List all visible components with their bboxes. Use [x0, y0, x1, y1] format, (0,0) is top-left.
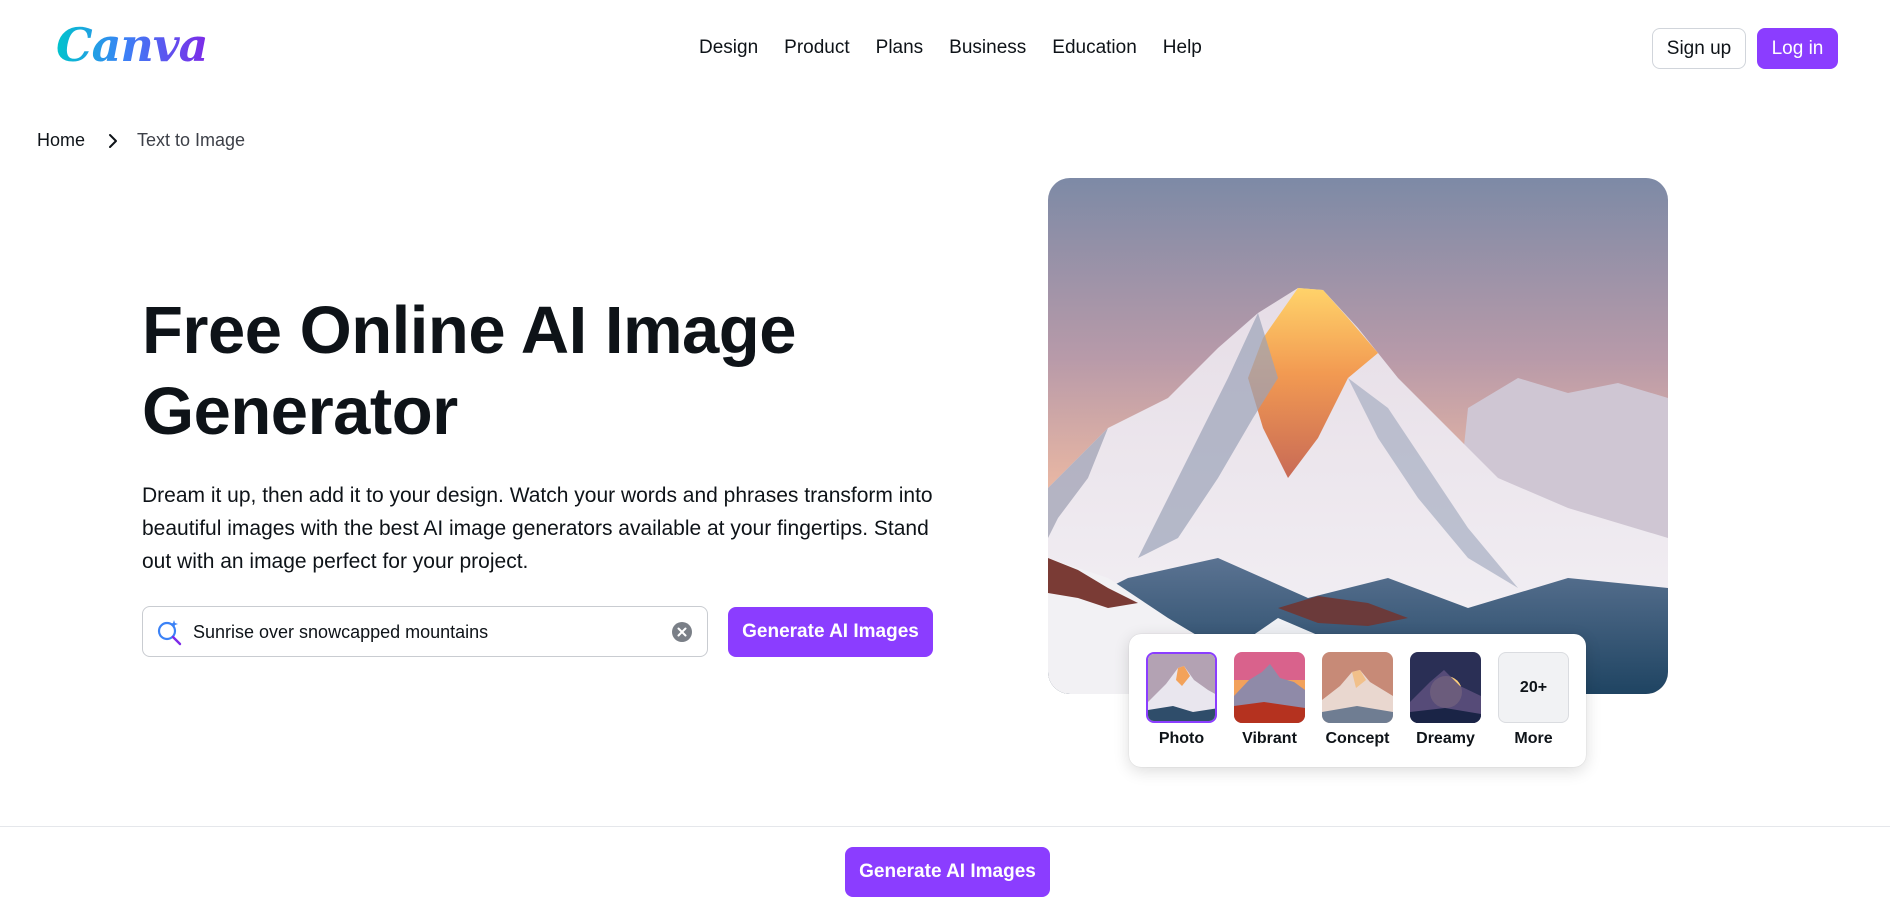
style-option-more[interactable]: 20+ More — [1491, 652, 1571, 762]
page-title: Free Online AI Image Generator — [142, 290, 962, 452]
style-option-concept[interactable]: Concept — [1315, 652, 1395, 762]
style-option-photo[interactable]: Photo — [1139, 652, 1219, 762]
header: Canva Design Product Plans Business Educ… — [0, 0, 1890, 96]
style-label-photo: Photo — [1158, 730, 1205, 747]
style-thumb-vibrant — [1234, 652, 1305, 723]
nav-item-plans[interactable]: Plans — [876, 34, 924, 62]
more-styles-badge: 20+ — [1498, 652, 1569, 723]
nav-item-education[interactable]: Education — [1052, 34, 1137, 62]
main-nav: Design Product Plans Business Education … — [699, 34, 1202, 62]
hero-description: Dream it up, then add it to your design.… — [142, 484, 933, 573]
breadcrumb: Home Text to Image — [37, 130, 245, 151]
generate-ai-images-button[interactable]: Generate AI Images — [728, 607, 933, 657]
log-in-button[interactable]: Log in — [1757, 28, 1838, 69]
style-label-concept: Concept — [1325, 730, 1390, 747]
nav-item-business[interactable]: Business — [949, 34, 1026, 62]
canva-logo[interactable]: Canva — [56, 18, 208, 72]
ai-search-icon — [155, 618, 183, 646]
bottom-cta-bar: Generate AI Images — [0, 826, 1890, 907]
nav-item-help[interactable]: Help — [1163, 34, 1202, 62]
style-picker: Photo Vibrant Concept Dreamy 20+ More — [1129, 634, 1586, 767]
breadcrumb-current: Text to Image — [137, 130, 246, 150]
page: Canva Design Product Plans Business Educ… — [0, 0, 1890, 907]
style-label-dreamy: Dreamy — [1416, 730, 1475, 747]
breadcrumb-home-link[interactable]: Home — [37, 130, 85, 151]
page-title-line-2: Generator — [142, 374, 458, 449]
style-thumb-dreamy — [1410, 652, 1481, 723]
style-option-dreamy[interactable]: Dreamy — [1403, 652, 1483, 762]
mountain-sunrise-image — [1048, 178, 1668, 694]
prompt-search-box — [142, 606, 708, 657]
nav-item-design[interactable]: Design — [699, 34, 758, 62]
nav-item-product[interactable]: Product — [784, 34, 849, 62]
style-thumb-concept — [1322, 652, 1393, 723]
style-thumb-photo — [1146, 652, 1217, 723]
clear-icon[interactable] — [671, 621, 693, 643]
generate-ai-images-bottom-button[interactable]: Generate AI Images — [845, 847, 1050, 897]
style-option-vibrant[interactable]: Vibrant — [1227, 652, 1307, 762]
style-label-more: More — [1514, 730, 1553, 747]
page-title-line-1: Free Online AI Image — [142, 293, 796, 368]
style-label-vibrant: Vibrant — [1242, 730, 1297, 747]
prompt-input[interactable] — [193, 619, 633, 645]
sign-up-button[interactable]: Sign up — [1652, 28, 1746, 69]
chevron-right-icon — [99, 133, 127, 149]
